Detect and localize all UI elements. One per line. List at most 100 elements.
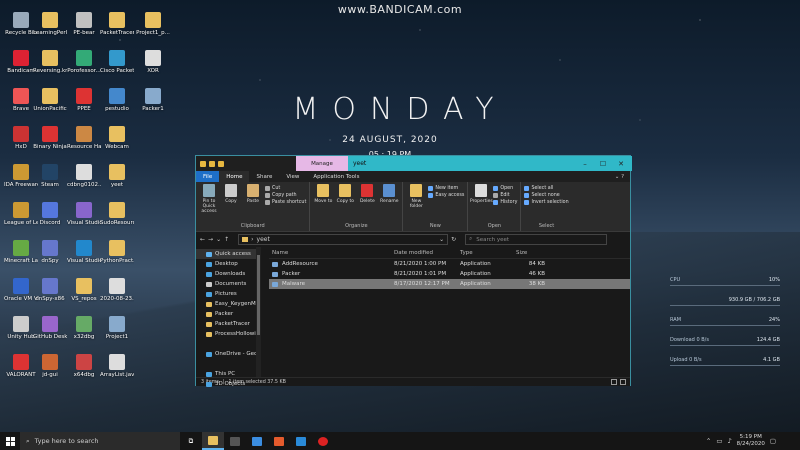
nav-item[interactable]: Downloads [196, 269, 261, 279]
desktop-icon[interactable]: PythonPract... [100, 240, 134, 265]
table-row[interactable]: AddResource 8/21/2020 1:00 PM Application 8… [269, 259, 630, 269]
properties-quick-icon[interactable] [209, 160, 215, 167]
show-hidden-icons[interactable]: ⌃ [706, 437, 711, 445]
invert-selection-button[interactable]: Invert selection [524, 200, 569, 205]
nav-item[interactable]: OneDrive - Georgi [196, 349, 261, 359]
tab-view[interactable]: View [279, 171, 306, 182]
tab-application-tools[interactable]: Application Tools [306, 171, 366, 182]
paste-button[interactable]: Paste [243, 184, 263, 223]
desktop-icon[interactable]: Project1_p... [136, 12, 170, 37]
desktop-icon[interactable]: Cisco Packet Tracer [100, 50, 134, 75]
new-folder-quick-icon[interactable] [218, 160, 224, 167]
scrollbar-thumb[interactable] [257, 255, 260, 335]
cut-button[interactable]: Cut [265, 186, 306, 191]
search-input[interactable]: ⌕ Search yeet [465, 234, 608, 245]
breadcrumb-path[interactable]: yeet [257, 236, 270, 243]
taskbar-vscode[interactable] [290, 432, 312, 450]
up-arrow-icon[interactable]: ↑ [224, 236, 229, 243]
large-icons-view-icon[interactable] [620, 379, 626, 385]
notifications-icon[interactable]: ▢ [770, 437, 776, 445]
copy-to-button[interactable]: Copy to [335, 184, 355, 223]
desktop-icon[interactable]: PacketTracer [100, 12, 134, 37]
nav-scrollbar[interactable] [256, 247, 261, 377]
rename-button[interactable]: Rename [379, 184, 399, 223]
task-view-button[interactable]: ⧉ [180, 432, 202, 450]
recent-locations-icon[interactable]: ⌄ [216, 236, 221, 243]
desktop-icon[interactable]: XOR [136, 50, 170, 75]
nav-item[interactable]: Documents [196, 279, 261, 289]
move-to-button[interactable]: Move to [313, 184, 333, 223]
column-header-date[interactable]: Date modified [391, 250, 457, 256]
easy-access-button[interactable]: Easy access [428, 193, 464, 198]
nav-item[interactable]: Easy_KeygenMe [196, 299, 261, 309]
volume-icon[interactable]: ♪ [727, 437, 731, 445]
desktop-icon[interactable]: PPEE [67, 88, 101, 113]
nav-item[interactable]: Pictures [196, 289, 261, 299]
ribbon-expand-icon[interactable]: ⌄ ? [609, 171, 630, 182]
desktop-icon[interactable]: ArrayList.java [100, 354, 134, 379]
desktop-icon[interactable]: Packer1 [136, 88, 170, 113]
table-row[interactable]: Packer 8/21/2020 1:01 PM Application 46 KB [269, 269, 630, 279]
new-item-button[interactable]: New item [428, 186, 464, 191]
column-header-name[interactable]: Name [269, 250, 391, 256]
tab-home[interactable]: Home [219, 171, 250, 182]
taskbar-file-explorer[interactable] [202, 432, 224, 450]
select-all-button[interactable]: Select all [524, 186, 568, 191]
nav-item[interactable]: This PC [196, 369, 261, 379]
taskbar-search-box[interactable]: ⌕ Type here to search [20, 432, 180, 450]
tab-share[interactable]: Share [249, 171, 279, 182]
taskbar-terminal[interactable] [224, 432, 246, 450]
start-button[interactable] [0, 432, 20, 450]
maximize-button[interactable]: ☐ [594, 156, 612, 171]
desktop-icon[interactable]: dnSpy [33, 240, 67, 265]
forward-arrow-icon[interactable]: → [208, 236, 213, 243]
desktop-icon[interactable]: Steam [33, 164, 67, 189]
copy-path-button[interactable]: Copy path [265, 193, 306, 198]
edit-button[interactable]: Edit [493, 193, 517, 198]
desktop-icon[interactable]: 2020-08-23... [100, 278, 134, 303]
desktop-icon[interactable]: Webcam [100, 126, 134, 151]
delete-button[interactable]: Delete [357, 184, 377, 223]
desktop-icon[interactable]: cdbng0102... [67, 164, 101, 189]
desktop-icon[interactable]: Resource Hacker [67, 126, 101, 151]
back-arrow-icon[interactable]: ← [200, 236, 205, 243]
desktop-icon[interactable]: Visual Studio 2019 [67, 202, 101, 227]
desktop-icon[interactable]: jd-gui [33, 354, 67, 379]
column-header-size[interactable]: Size [513, 250, 549, 256]
taskbar-bandicam[interactable] [312, 432, 334, 450]
refresh-icon[interactable]: ↻ [451, 236, 456, 243]
nav-item[interactable]: ProcessHollowin [196, 329, 261, 339]
close-button[interactable]: ✕ [612, 156, 630, 171]
network-icon[interactable]: ▭ [716, 437, 722, 445]
desktop-icon[interactable]: x32dbg [67, 316, 101, 341]
nav-item[interactable]: PacketTracer [196, 319, 261, 329]
history-button[interactable]: History [493, 200, 517, 205]
copy-button[interactable]: Copy [221, 184, 241, 223]
address-box[interactable]: › yeet ⌄ [238, 234, 449, 245]
desktop-icon[interactable]: pestudio [100, 88, 134, 113]
taskbar-clock[interactable]: 5:19 PM 8/24/2020 [737, 434, 765, 448]
desktop-icon[interactable]: Porofessor... [67, 50, 101, 75]
select-none-button[interactable]: Select none [524, 193, 568, 198]
nav-item[interactable]: Quick access [196, 249, 261, 259]
nav-item[interactable]: Packer [196, 309, 261, 319]
tab-file[interactable]: File [196, 171, 220, 182]
pin-quick-access-button[interactable]: Pin to Quick access [199, 184, 219, 223]
desktop-icon[interactable]: Visual Studio Code [67, 240, 101, 265]
nav-item[interactable]: 3D Objects [196, 379, 261, 389]
open-button[interactable]: Open [493, 186, 517, 191]
desktop-icon[interactable]: Reversing.kr [33, 50, 67, 75]
nav-item[interactable]: Desktop [196, 259, 261, 269]
minimize-button[interactable]: – [576, 156, 594, 171]
taskbar-mail[interactable] [246, 432, 268, 450]
desktop-icon[interactable]: Discord [33, 202, 67, 227]
properties-button[interactable]: Properties [470, 184, 493, 223]
desktop-icon[interactable]: LearningPerl [33, 12, 67, 37]
address-dropdown-icon[interactable]: ⌄ [439, 236, 447, 243]
desktop-icon[interactable]: dnSpy-x86 [33, 278, 67, 303]
desktop-icon[interactable]: SudoResource... [100, 202, 134, 227]
new-folder-button[interactable]: New folder [406, 184, 426, 223]
details-view-icon[interactable] [611, 379, 617, 385]
desktop-icon[interactable]: PE-bear [67, 12, 101, 37]
manage-context-tab[interactable]: Manage [296, 156, 348, 171]
